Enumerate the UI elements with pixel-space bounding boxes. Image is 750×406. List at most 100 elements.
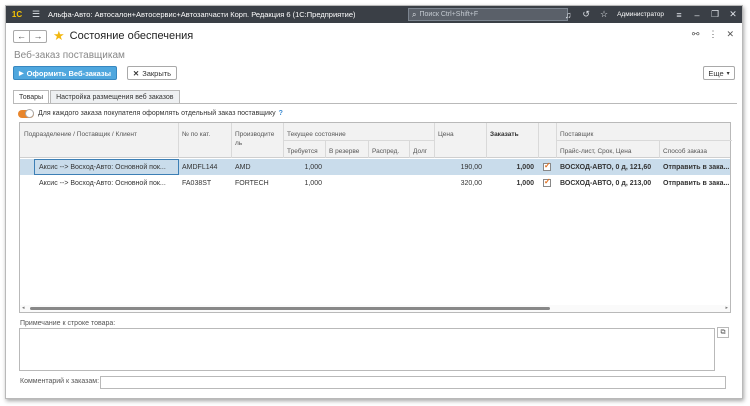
col-divider [409, 141, 410, 158]
separate-order-toggle[interactable] [18, 108, 34, 118]
page-title: Состояние обеспечения [69, 30, 194, 42]
col-divider [325, 141, 326, 158]
col-price[interactable]: Цена [438, 130, 454, 139]
col-department[interactable]: Подразделение / Поставщик / Клиент [24, 130, 137, 139]
separate-order-label: Для каждого заказа покупателя оформлять … [38, 110, 276, 117]
cell-price-list[interactable]: ВОСХОД-АВТО, 0 д, 121,60 [560, 159, 658, 175]
tab-goods[interactable]: Товары [13, 90, 50, 103]
order-checkbox[interactable] [543, 161, 551, 171]
cell-manufacturer[interactable]: AMD [235, 159, 281, 175]
tab-bar: Товары Настройка размещения веб заказов [13, 90, 180, 103]
cell-price[interactable]: 320,00 [435, 175, 482, 191]
group-divider [284, 140, 434, 141]
menu-icon[interactable]: ☰ [28, 6, 44, 23]
col-divider [368, 141, 369, 158]
cell-catalog-no[interactable]: FA038ST [182, 175, 230, 191]
cell-price-list[interactable]: ВОСХОД-АВТО, 0 д, 213,00 [560, 175, 658, 191]
app-logo: 1С [11, 10, 23, 19]
cell-required[interactable]: 1,000 [284, 175, 322, 191]
cell-catalog-no[interactable]: AMDFL144 [182, 159, 230, 175]
separate-order-option: Для каждого заказа покупателя оформлять … [18, 108, 283, 119]
title-bar: 1С ☰ Альфа-Авто: Автосалон+Автосервис+Ав… [6, 6, 742, 23]
note-label: Примечание к строке товара: [20, 320, 116, 327]
col-manufacturer[interactable]: Производите ль [235, 130, 274, 148]
col-order-method[interactable]: Способ заказа [663, 147, 707, 156]
comment-label: Комментарий к заказам: [20, 378, 100, 385]
open-editor-icon[interactable]: ⧉ [717, 327, 729, 338]
star-outline-icon[interactable]: ☆ [595, 6, 613, 23]
close-button-label: Закрыть [142, 68, 172, 78]
favorite-star-icon[interactable]: ★ [53, 28, 65, 44]
col-order[interactable]: Заказать [490, 130, 519, 139]
search-icon: ⌕ [412, 9, 417, 19]
app-title: Альфа-Авто: Автосалон+Автосервис+Автозап… [48, 10, 356, 19]
scrollbar-thumb[interactable] [30, 307, 550, 310]
restore-icon[interactable]: ❐ [706, 6, 724, 23]
more-vert-icon[interactable]: ⋮ [708, 29, 717, 40]
note-textarea[interactable] [19, 328, 715, 371]
col-divider [486, 123, 487, 158]
play-icon: ▶ [18, 70, 24, 77]
close-x-icon: ✕ [132, 68, 140, 78]
form-header: ← → ★ Состояние обеспечения ⚯ ⋮ ✕ [6, 23, 742, 49]
table-header: Подразделение / Поставщик / Клиент № по … [20, 123, 732, 158]
col-price-list[interactable]: Прайс-лист, Срок, Цена [560, 147, 632, 156]
col-divider [231, 123, 232, 158]
cell-order-method[interactable]: Отправить в зака... [663, 175, 731, 191]
close-window-icon[interactable]: ✕ [724, 6, 742, 23]
col-divider [178, 123, 179, 158]
search-input[interactable]: ⌕ Поиск Ctrl+Shift+F [408, 8, 568, 21]
user-name[interactable]: Администратор [617, 11, 664, 18]
col-divider [659, 141, 660, 158]
app-window: 1С ☰ Альфа-Авто: Автосалон+Автосервис+Ав… [5, 5, 743, 399]
table-row[interactable]: Аксис --> Восход-Авто: Основной пок... A… [20, 159, 730, 175]
scroll-left-icon[interactable]: ◂ [22, 305, 25, 311]
col-current-state: Текущее состояние [287, 131, 346, 138]
goods-table: Подразделение / Поставщик / Клиент № по … [19, 122, 732, 313]
comment-input[interactable] [100, 376, 726, 389]
tab-web-order-settings[interactable]: Настройка размещения веб заказов [50, 90, 180, 103]
minimize-icon[interactable]: – [688, 6, 706, 23]
close-form-icon[interactable]: ✕ [726, 29, 734, 40]
cell-department[interactable]: Аксис --> Восход-Авто: Основной пок... [34, 175, 179, 191]
col-debt[interactable]: Долг [413, 147, 427, 156]
settings-menu-icon[interactable]: ≡ [670, 6, 688, 23]
cell-order[interactable]: 1,000 [487, 175, 534, 191]
cell-checkbox[interactable] [543, 175, 555, 191]
bell-icon[interactable]: ♫ [559, 6, 577, 23]
history-icon[interactable]: ↺ [577, 6, 595, 23]
search-placeholder: Поиск Ctrl+Shift+F [419, 11, 479, 18]
back-button[interactable]: ← [13, 29, 30, 43]
form-subtitle: Веб-заказ поставщикам [14, 50, 125, 61]
cell-order[interactable]: 1,000 [487, 159, 534, 175]
chevron-down-icon: ▾ [726, 70, 730, 77]
cell-order-method[interactable]: Отправить в зака... [663, 159, 731, 175]
cell-checkbox[interactable] [543, 159, 555, 175]
help-icon[interactable]: ? [279, 110, 283, 117]
order-checkbox[interactable] [543, 177, 551, 187]
header-actions: ⚯ ⋮ ✕ [692, 29, 734, 40]
col-required[interactable]: Требуется [287, 147, 318, 156]
scroll-right-icon[interactable]: ▸ [725, 305, 728, 311]
cell-price[interactable]: 190,00 [435, 159, 482, 175]
more-button[interactable]: Еще ▾ [703, 66, 735, 80]
horizontal-scrollbar[interactable]: ◂ ▸ [20, 305, 730, 312]
col-reserved[interactable]: В резерве [329, 147, 359, 156]
more-button-label: Еще [708, 68, 724, 78]
col-divider [434, 123, 435, 158]
group-divider [557, 140, 732, 141]
table-row[interactable]: Аксис --> Восход-Авто: Основной пок... F… [20, 175, 730, 191]
forward-button[interactable]: → [30, 29, 47, 43]
cell-manufacturer[interactable]: FORTECH [235, 175, 281, 191]
col-distributed[interactable]: Распред. [372, 147, 399, 156]
cell-department[interactable]: Аксис --> Восход-Авто: Основной пок... [34, 159, 179, 175]
col-catalog-no[interactable]: № по кат. [182, 130, 210, 139]
title-bar-actions: ♫ ↺ ☆ Администратор ≡ – ❐ ✕ [559, 6, 742, 23]
toolbar: ▶ Оформить Веб-заказы ✕ Закрыть Еще ▾ [13, 66, 735, 82]
cell-required[interactable]: 1,000 [284, 159, 322, 175]
col-divider [538, 123, 539, 158]
close-button[interactable]: ✕ Закрыть [127, 66, 177, 80]
tab-divider [13, 103, 737, 104]
link-icon[interactable]: ⚯ [692, 29, 700, 40]
submit-web-orders-button[interactable]: ▶ Оформить Веб-заказы [13, 66, 117, 80]
